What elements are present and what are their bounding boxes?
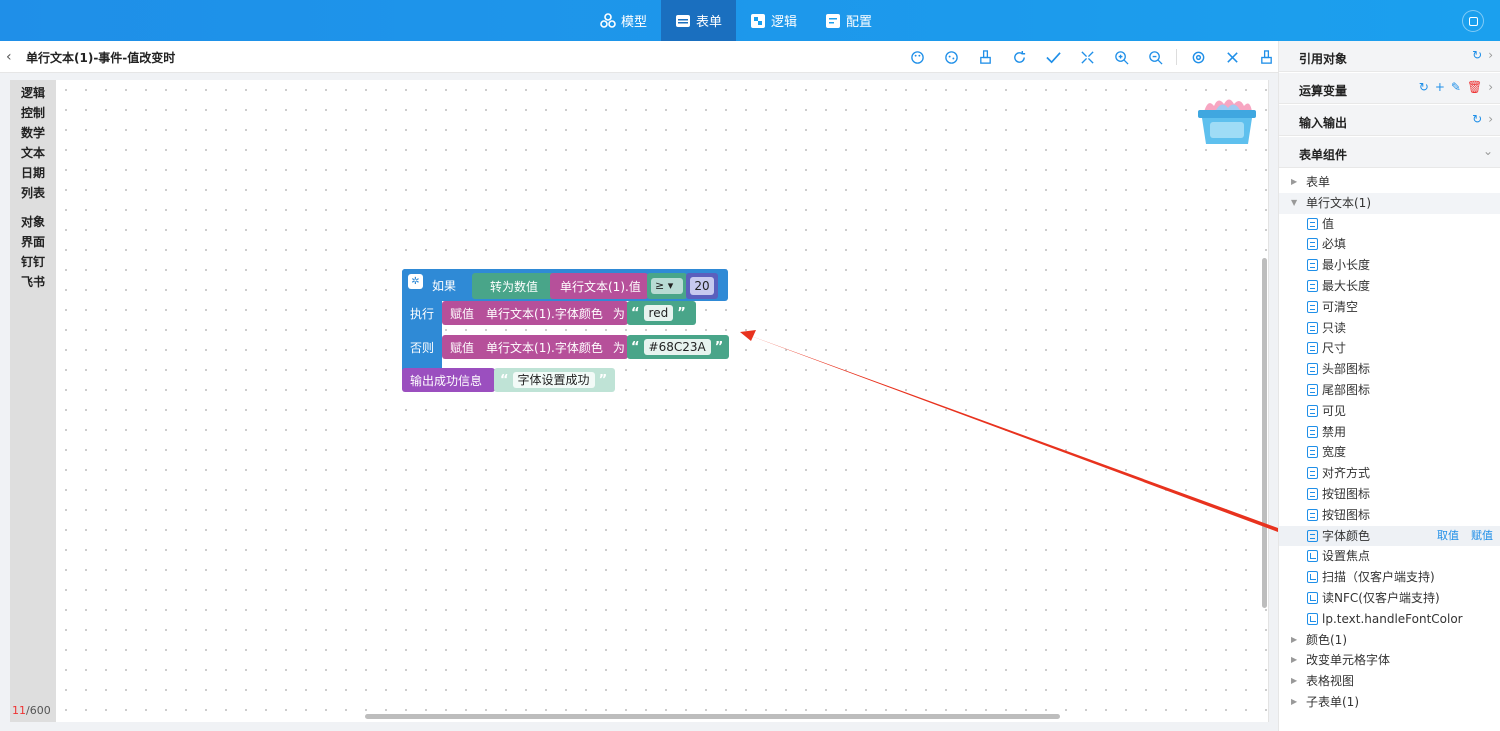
refresh-icon[interactable]: ↻ [1419, 80, 1429, 94]
tree-node-subform[interactable]: ▶ 子表单(1) [1279, 692, 1500, 713]
document-icon [1307, 467, 1318, 480]
section-title: 引用对象 [1299, 52, 1348, 66]
get-value-link[interactable]: 取值 [1437, 529, 1459, 542]
tree-prop[interactable]: 可见 [1279, 401, 1500, 422]
section-title: 表单组件 [1299, 148, 1348, 162]
component-tree: ▶ 表单 ▼ 单行文本(1) 值 必填 最小长度 最大长度 可清空 只读 尺寸 头部… [1279, 172, 1500, 713]
tree-prop[interactable]: 宽度 [1279, 442, 1500, 463]
tree-method[interactable]: 设置焦点 [1279, 546, 1500, 567]
document-icon [1307, 404, 1318, 417]
tree-prop[interactable]: 最大长度 [1279, 276, 1500, 297]
tree-node-color[interactable]: ▶ 颜色(1) [1279, 630, 1500, 651]
refresh-icon[interactable]: ↻ [1472, 48, 1482, 62]
document-icon [1307, 279, 1318, 292]
caret-down-icon: ▼ [1291, 197, 1298, 207]
tree-prop[interactable]: 最小长度 [1279, 255, 1500, 276]
tree-prop[interactable]: 头部图标 [1279, 359, 1500, 380]
document-icon [1307, 321, 1318, 334]
tree-node-cell-font[interactable]: ▶ 改变单元格字体 [1279, 650, 1500, 671]
tree-prop[interactable]: 按钮图标 [1279, 505, 1500, 526]
chevron-right-icon[interactable]: › [1488, 112, 1493, 126]
tree-node-form[interactable]: ▶ 表单 [1279, 172, 1500, 193]
section-input-output[interactable]: 输入输出 ↻ › [1279, 105, 1500, 136]
tree-method[interactable]: 扫描（仅客户端支持) [1279, 567, 1500, 588]
edit-icon[interactable]: ✎ [1451, 80, 1461, 94]
document-icon [1307, 238, 1318, 251]
function-icon [1307, 550, 1318, 563]
document-icon [1307, 300, 1318, 313]
section-form-components[interactable]: 表单组件 ⌄ [1279, 137, 1500, 168]
function-icon [1307, 612, 1318, 625]
tree-prop[interactable]: 禁用 [1279, 422, 1500, 443]
document-icon [1307, 217, 1318, 230]
right-panel: 引用对象 ↻ › 运算变量 ↻ + ✎ 🗑 › 输入输出 ↻ › 表单组件 ⌄ ▶ 表单 ▼ 单… [1278, 41, 1500, 731]
tree-prop-font-color[interactable]: 字体颜色 取值 赋值 [1279, 525, 1500, 547]
tree-node-single-text[interactable]: ▼ 单行文本(1) [1279, 192, 1500, 214]
section-reference-objects[interactable]: 引用对象 ↻ › [1279, 41, 1500, 72]
refresh-icon[interactable]: ↻ [1472, 112, 1482, 126]
document-icon [1307, 529, 1318, 542]
tree-prop[interactable]: 只读 [1279, 318, 1500, 339]
tree-prop[interactable]: 可清空 [1279, 297, 1500, 318]
chevron-right-icon[interactable]: › [1488, 48, 1493, 62]
document-icon [1307, 425, 1318, 438]
document-icon [1307, 487, 1318, 500]
document-icon [1307, 383, 1318, 396]
tree-prop[interactable]: 对齐方式 [1279, 463, 1500, 484]
section-title: 输入输出 [1299, 116, 1348, 130]
document-icon [1307, 363, 1318, 376]
set-value-link[interactable]: 赋值 [1471, 529, 1493, 542]
function-icon [1307, 571, 1318, 584]
add-icon[interactable]: + [1435, 80, 1445, 94]
section-title: 运算变量 [1299, 84, 1348, 98]
annotation-arrow [740, 330, 1278, 532]
tree-prop[interactable]: 值 [1279, 214, 1500, 235]
delete-icon[interactable]: 🗑 [1467, 80, 1482, 94]
tree-prop[interactable]: 尺寸 [1279, 338, 1500, 359]
caret-right-icon: ▶ [1291, 676, 1298, 686]
tree-prop[interactable]: 尾部图标 [1279, 380, 1500, 401]
tree-method[interactable]: 读NFC(仅客户端支持) [1279, 588, 1500, 609]
function-icon [1307, 591, 1318, 604]
chevron-right-icon[interactable]: › [1488, 80, 1493, 94]
caret-right-icon: ▶ [1291, 634, 1298, 644]
document-icon [1307, 342, 1318, 355]
caret-right-icon: ▶ [1291, 696, 1298, 706]
chevron-down-icon[interactable]: ⌄ [1483, 144, 1493, 158]
section-variables[interactable]: 运算变量 ↻ + ✎ 🗑 › [1279, 73, 1500, 104]
tree-method[interactable]: lp.text.handleFontColor [1279, 609, 1500, 630]
tree-prop[interactable]: 按钮图标 [1279, 484, 1500, 505]
caret-right-icon: ▶ [1291, 177, 1298, 186]
document-icon [1307, 508, 1318, 521]
document-icon [1307, 259, 1318, 272]
tree-prop[interactable]: 必填 [1279, 234, 1500, 255]
document-icon [1307, 446, 1318, 459]
caret-right-icon: ▶ [1291, 655, 1298, 665]
tree-node-table-view[interactable]: ▶ 表格视图 [1279, 671, 1500, 692]
